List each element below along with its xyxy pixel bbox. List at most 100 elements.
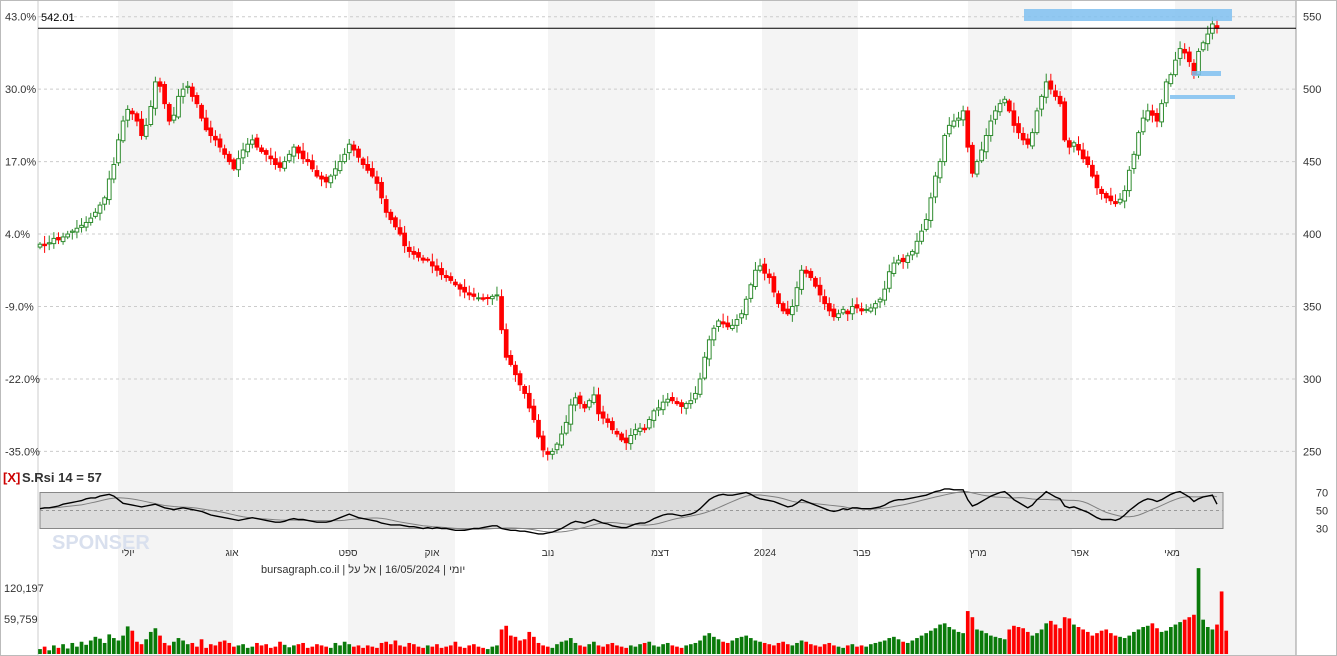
volume-bar bbox=[1025, 631, 1030, 654]
candle-up bbox=[1122, 190, 1128, 202]
candle-up bbox=[333, 168, 338, 176]
volume-bar bbox=[430, 646, 435, 654]
volume-bar bbox=[988, 635, 993, 654]
volume-bar bbox=[1224, 630, 1229, 654]
candle-up bbox=[143, 124, 149, 137]
volume-bar bbox=[1219, 591, 1224, 654]
candle-up bbox=[568, 404, 574, 425]
volume-bar bbox=[1035, 633, 1039, 654]
candle-up bbox=[1145, 110, 1151, 121]
candle-up bbox=[346, 143, 352, 154]
rsi-close-marker[interactable]: [X] bbox=[3, 470, 20, 485]
candle-up bbox=[282, 161, 287, 169]
candle-down bbox=[785, 308, 791, 315]
chart-svg: 43.0% 30.0% 17.0% 4.0% -9.0% -22.0% -35.0% 550… bbox=[0, 0, 1337, 656]
candle-up bbox=[688, 400, 694, 405]
volume-bar bbox=[273, 646, 278, 654]
volume-bar bbox=[490, 646, 495, 654]
candle-up bbox=[882, 288, 888, 301]
volume-bar bbox=[739, 636, 744, 654]
candle-down bbox=[397, 227, 403, 235]
candle-down bbox=[531, 405, 537, 421]
volume-bar bbox=[555, 644, 559, 654]
candle-up bbox=[905, 255, 911, 263]
candle-down bbox=[406, 246, 412, 252]
volume-bar bbox=[592, 641, 596, 654]
candle-up bbox=[83, 221, 89, 228]
volume-bar bbox=[712, 636, 716, 654]
volume-bar bbox=[605, 644, 610, 654]
month-label: ספט bbox=[338, 548, 358, 559]
candle-down bbox=[420, 257, 426, 261]
volume-bar bbox=[499, 629, 504, 654]
volume-bar bbox=[116, 640, 121, 654]
volume-bar bbox=[402, 646, 407, 654]
volume-bar bbox=[772, 645, 776, 654]
volume-bar bbox=[305, 647, 310, 654]
volume-bar bbox=[1002, 639, 1007, 654]
volume-bar bbox=[850, 644, 855, 654]
candle-down bbox=[1006, 100, 1012, 112]
candle-up bbox=[942, 135, 948, 163]
month-label: מאי bbox=[1164, 548, 1180, 559]
candle-down bbox=[526, 392, 532, 409]
candle-down bbox=[383, 199, 389, 213]
candle-up bbox=[850, 306, 855, 315]
volume-bar bbox=[158, 635, 162, 654]
candle-up bbox=[651, 410, 657, 421]
support-zone bbox=[1170, 95, 1235, 99]
candle-up bbox=[102, 197, 107, 205]
candle-up bbox=[74, 227, 80, 233]
candle-up bbox=[120, 120, 126, 142]
candle-down bbox=[314, 170, 320, 177]
candle-up bbox=[1034, 110, 1040, 134]
volume-bar bbox=[790, 645, 795, 654]
volume-bar bbox=[832, 645, 836, 654]
candle-up bbox=[665, 398, 671, 403]
volume-bar bbox=[42, 646, 47, 654]
volume-bar bbox=[933, 628, 938, 654]
month-label: מרץ bbox=[969, 548, 986, 559]
volume-bar bbox=[942, 623, 947, 654]
candle-down bbox=[1057, 95, 1063, 105]
candle-down bbox=[166, 104, 172, 122]
volume-bar bbox=[1021, 628, 1025, 654]
volume-bar bbox=[338, 645, 342, 654]
candle-down bbox=[268, 155, 274, 160]
volume-bar bbox=[979, 630, 984, 654]
volume-bar bbox=[1095, 633, 1099, 654]
candle-up bbox=[928, 197, 934, 221]
candle-down bbox=[674, 401, 680, 405]
volume-bar bbox=[448, 645, 453, 654]
volume-bar bbox=[38, 649, 42, 654]
candle-up bbox=[873, 303, 878, 309]
candle-down bbox=[134, 113, 140, 122]
volume-bar bbox=[227, 642, 232, 654]
candle-down bbox=[300, 150, 306, 160]
candle-down bbox=[208, 127, 214, 137]
candle-up bbox=[342, 153, 347, 163]
volume-bar bbox=[882, 640, 887, 654]
candle-down bbox=[443, 274, 449, 279]
right-price-axis: 550 500 450 400 350 300 250 bbox=[1303, 12, 1321, 459]
candle-up bbox=[951, 120, 957, 127]
volume-bar bbox=[241, 644, 245, 654]
right-tick-label: 400 bbox=[1303, 229, 1321, 241]
month-label: אפר bbox=[1071, 548, 1089, 559]
candle-down bbox=[1062, 101, 1068, 141]
volume-bar bbox=[693, 642, 698, 654]
volume-bar bbox=[744, 635, 749, 654]
volume-bar bbox=[328, 647, 333, 654]
candle-up bbox=[863, 308, 869, 311]
volume-bar bbox=[185, 644, 190, 654]
volume-bar bbox=[462, 647, 467, 654]
candle-down bbox=[1011, 110, 1017, 126]
candle-down bbox=[379, 181, 384, 199]
volume-bar bbox=[287, 647, 292, 654]
candle-down bbox=[194, 95, 200, 105]
volume-bar bbox=[564, 640, 569, 654]
volume-bar bbox=[139, 644, 144, 654]
candle-up bbox=[148, 106, 154, 126]
month-band bbox=[762, 0, 858, 656]
candle-down bbox=[411, 250, 417, 255]
